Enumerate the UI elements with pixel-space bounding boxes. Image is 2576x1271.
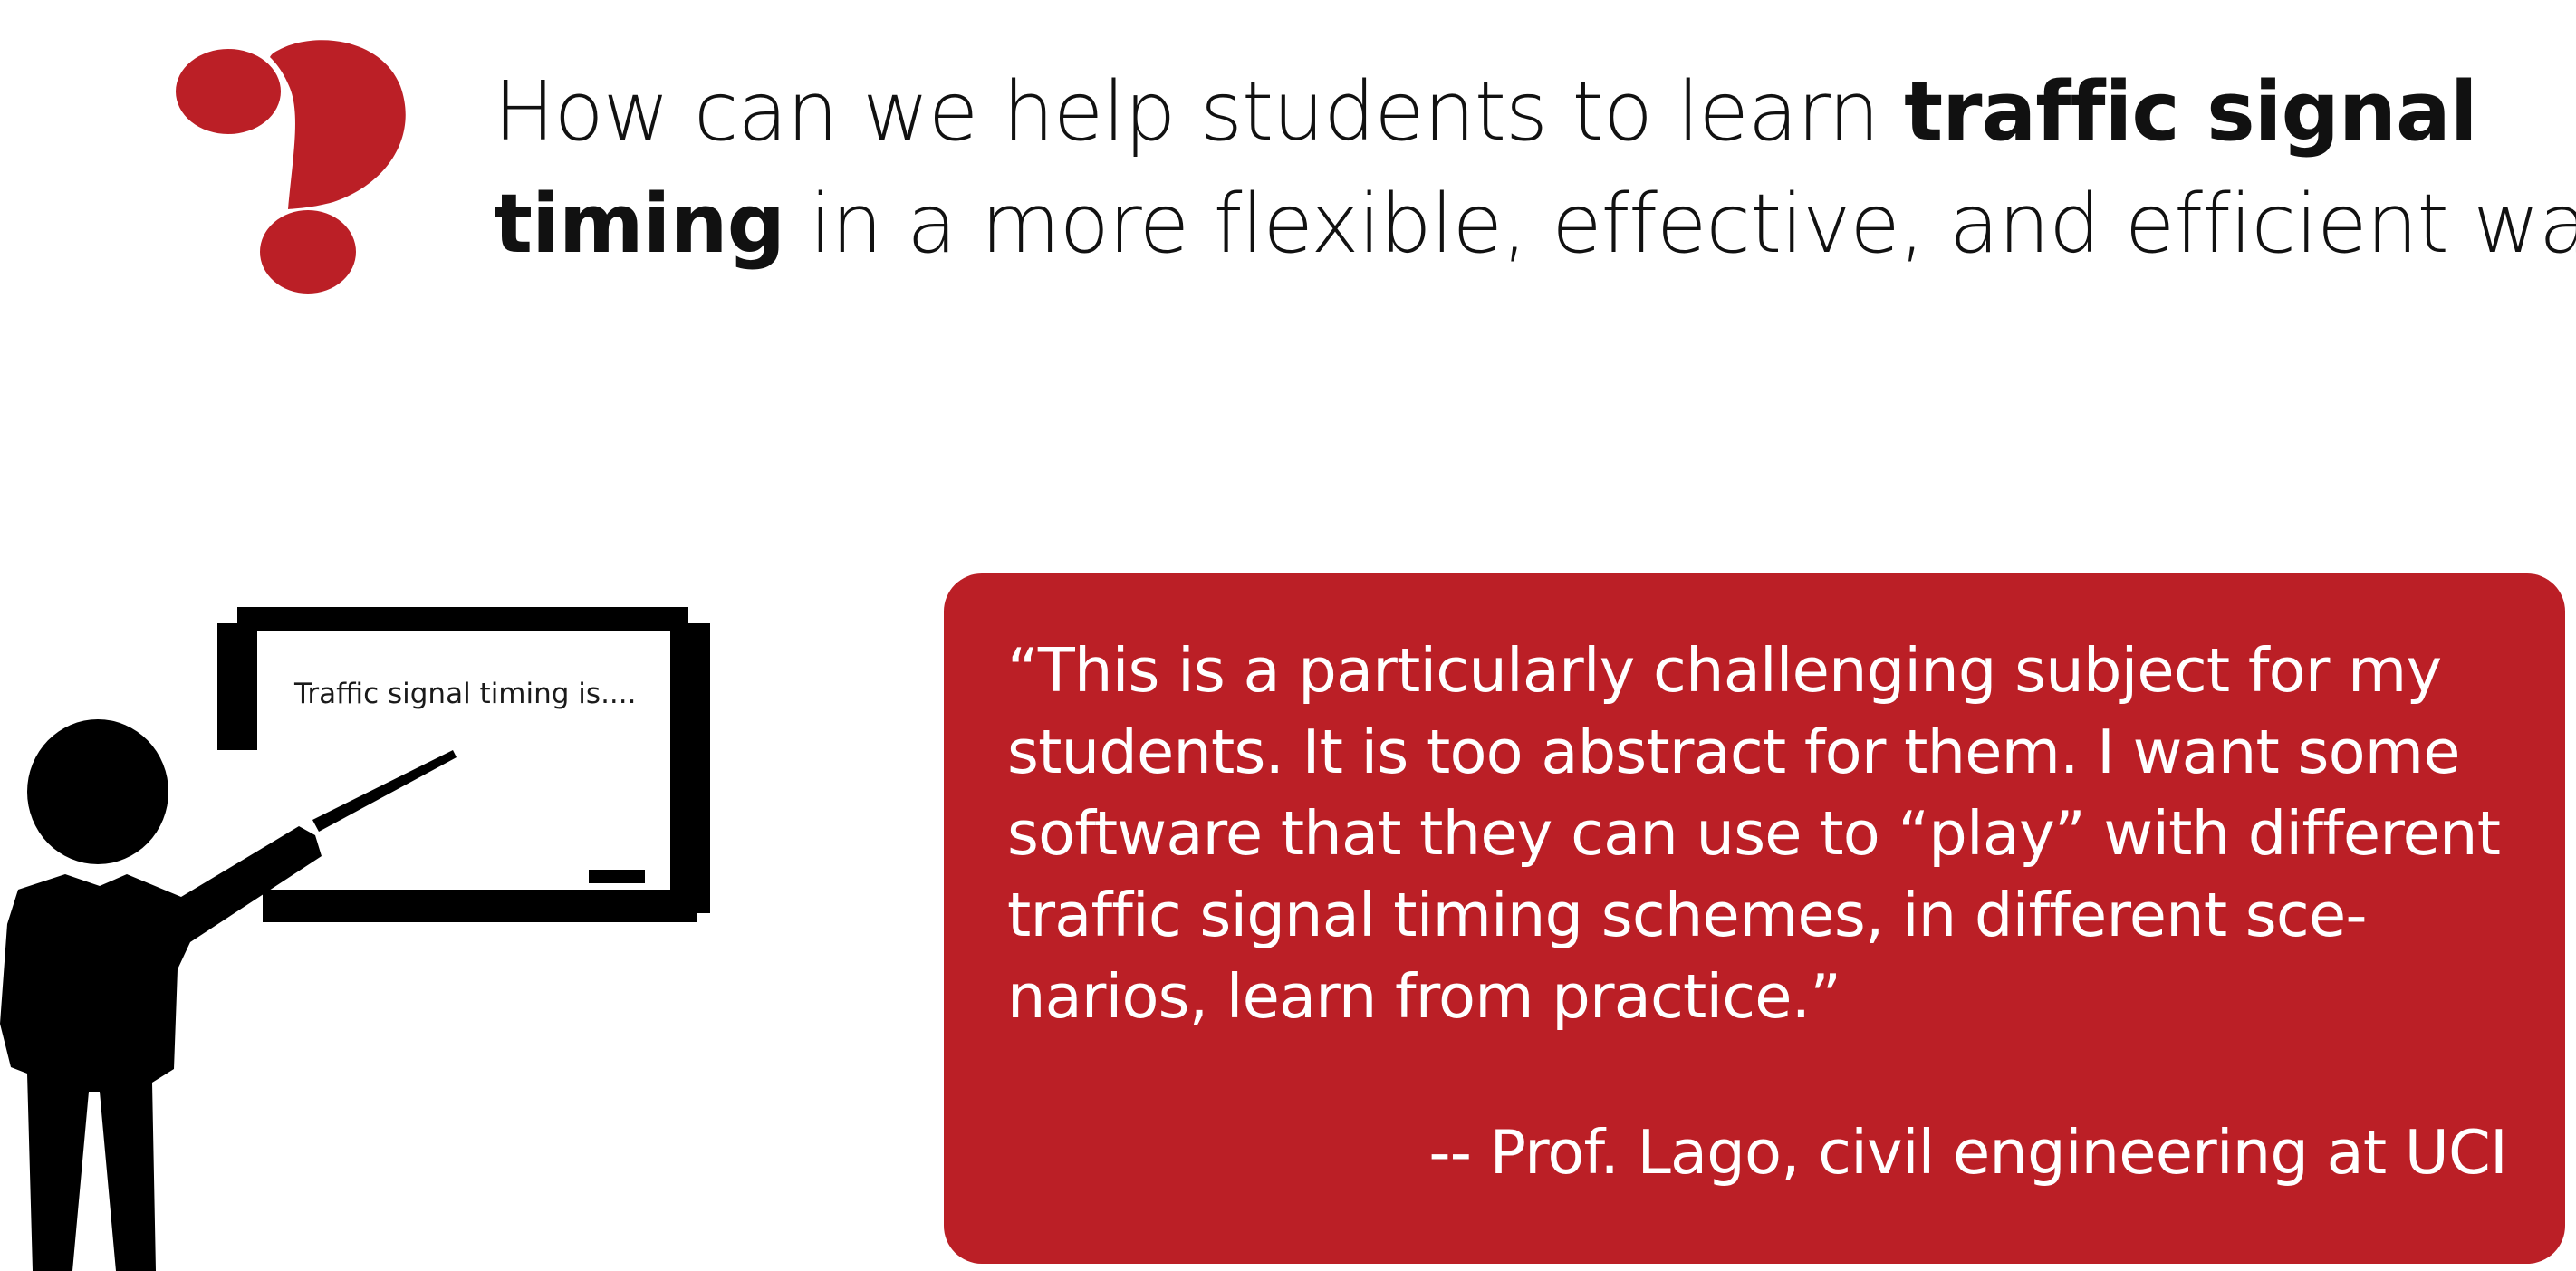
quote-line: traffic signal timing schemes, in differ… [1007, 880, 2368, 950]
quote-box: “This is a particularly challenging subj… [944, 573, 2565, 1264]
headline-line-1: How can we help students to learn traffi… [494, 56, 2568, 169]
quote-line: students. It is too abstract for them. I… [1007, 717, 2460, 787]
quote-line: “This is a particularly challenging subj… [1007, 635, 2442, 706]
quote-line: software that they can use to “play” wit… [1007, 798, 2501, 869]
headline-line-2-suffix: in a more flexible, effective, and effic… [784, 177, 2576, 272]
chalkboard-text: Traffic signal timing is.... [294, 678, 637, 710]
headline-line-1-bold: traffic signal [1904, 64, 2477, 159]
question-mark-icon [176, 40, 406, 294]
headline: How can we help students to learn traffi… [494, 56, 2576, 281]
quote-line: narios, learn from practice.” [1007, 961, 1841, 1032]
headline-line-2-bold: timing [494, 177, 785, 272]
quote-attribution: -- Prof. Lago, civil engineering at UCI [1428, 1117, 2507, 1188]
quote-text: “This is a particularly challenging subj… [1007, 630, 2502, 1037]
headline-line-2: timing in a more flexible, effective, an… [494, 169, 2576, 281]
headline-line-1-prefix: How can we help students to learn [494, 64, 1905, 159]
